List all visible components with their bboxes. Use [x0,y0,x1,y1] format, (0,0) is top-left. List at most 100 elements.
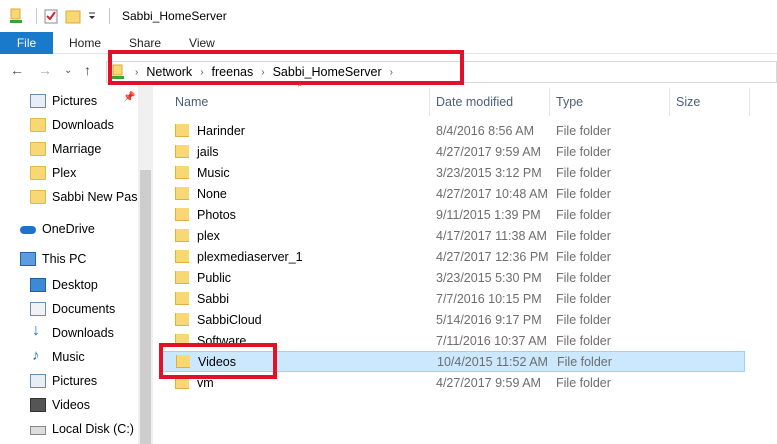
disk-icon [30,426,46,435]
file-name: plexmediaserver_1 [197,249,303,264]
column-header-name[interactable]: Name [167,90,208,114]
pin-icon[interactable]: 📌 [123,92,135,103]
table-row[interactable]: plex 4/17/2017 11:38 AM File folder [161,225,745,246]
column-divider[interactable] [749,88,750,116]
file-name-cell: SabbiCloud [175,313,425,327]
file-type: File folder [556,165,611,180]
file-date: 4/27/2017 12:36 PM [436,249,549,264]
file-type: File folder [556,228,611,243]
column-header-size[interactable]: Size [668,90,700,114]
column-header-date-modified[interactable]: Date modified [428,90,513,114]
tab-home[interactable]: Home [55,32,115,54]
customize-dropdown-icon[interactable] [87,8,97,24]
folder-icon [175,250,189,263]
toolbar-separator [109,8,110,24]
file-date: 9/11/2015 1:39 PM [436,207,541,222]
file-name: plex [197,228,220,243]
folder-icon [175,313,189,326]
folder-icon [175,229,189,242]
file-list: ⌃ Name Date modified Type Size Harinder 8… [153,83,777,444]
table-row[interactable]: jails 4/27/2017 9:59 AM File folder [161,141,745,162]
folder-icon [175,124,189,137]
documents-icon [30,302,46,316]
file-name-cell: Public [175,271,425,285]
back-arrow-icon[interactable]: ← [10,62,24,78]
folder-icon [175,292,189,305]
table-row[interactable]: Public 3/23/2015 5:30 PM File folder [161,267,745,288]
file-date: 4/27/2017 10:48 AM [436,186,548,201]
forward-arrow-icon[interactable]: → [38,62,52,78]
sort-ascending-icon: ⌃ [296,83,304,93]
file-type: File folder [556,333,611,348]
file-date: 4/27/2017 9:59 AM [436,375,541,390]
tab-file[interactable]: File [0,32,53,54]
file-name: Photos [197,207,236,222]
file-type: File folder [556,291,611,306]
sidebar-scrollbar-thumb[interactable] [140,170,151,444]
file-type: File folder [556,270,611,285]
column-header-type[interactable]: Type [548,90,583,114]
videos-icon [30,398,46,412]
new-folder-icon[interactable] [65,8,81,24]
file-name: None [197,186,227,201]
folder-icon [30,142,46,156]
file-name-cell: None [175,187,425,201]
music-icon [30,347,46,364]
up-arrow-icon[interactable]: ↑ [84,62,91,78]
file-date: 3/23/2015 3:12 PM [436,165,542,180]
file-date: 4/17/2017 11:38 AM [436,228,547,243]
table-row[interactable]: SabbiCloud 5/14/2016 9:17 PM File folder [161,309,745,330]
file-type: File folder [556,312,611,327]
window-title: Sabbi_HomeServer [122,9,227,23]
highlight-box-address [108,50,464,85]
table-row[interactable]: Harinder 8/4/2016 8:56 AM File folder [161,120,745,141]
pictures-icon [30,374,46,388]
file-name-cell: Sabbi [175,292,425,306]
navigation-pane: Pictures 📌 Downloads Marriage Plex Sabbi… [0,86,153,444]
title-bar: Sabbi_HomeServer [0,0,777,32]
properties-icon[interactable] [43,8,59,24]
table-row[interactable]: None 4/27/2017 10:48 AM File folder [161,183,745,204]
table-row[interactable]: plexmediaserver_1 4/27/2017 12:36 PM File … [161,246,745,267]
onedrive-icon [20,222,36,236]
desktop-icon [30,278,46,292]
file-name: Music [197,165,230,180]
file-name-cell: jails [175,145,425,159]
folder-icon [175,145,189,158]
folder-icon [175,271,189,284]
file-type: File folder [557,354,612,369]
table-row[interactable]: Music 3/23/2015 3:12 PM File folder [161,162,745,183]
file-name: Public [197,270,232,285]
folder-icon [175,208,189,221]
file-date: 7/7/2016 10:15 PM [436,291,542,306]
sidebar-item-sabbi-new-passport[interactable]: Sabbi New Passp [30,186,138,208]
file-date: 7/11/2016 10:37 AM [436,333,547,348]
file-date: 8/4/2016 8:56 AM [436,123,534,138]
file-type: File folder [556,144,611,159]
file-date: 3/23/2015 5:30 PM [436,270,542,285]
folder-icon [175,166,189,179]
highlight-box-videos [159,343,277,379]
file-name: Sabbi [197,291,229,306]
file-date: 10/4/2015 11:52 AM [437,354,548,369]
pictures-icon [30,94,46,108]
folder-icon [30,118,46,132]
file-name: jails [197,144,219,159]
table-row[interactable]: Photos 9/11/2015 1:39 PM File folder [161,204,745,225]
file-type: File folder [556,249,611,264]
file-name: Harinder [197,123,245,138]
table-row[interactable]: Sabbi 7/7/2016 10:15 PM File folder [161,288,745,309]
folder-icon [30,190,46,204]
file-type: File folder [556,123,611,138]
recent-locations-chevron-icon[interactable]: ⌄ [64,65,72,76]
network-drive-icon [8,8,24,24]
file-name: SabbiCloud [197,312,262,327]
file-date: 5/14/2016 9:17 PM [436,312,542,327]
file-type: File folder [556,375,611,390]
downloads-icon [30,322,46,340]
file-date: 4/27/2017 9:59 AM [436,144,541,159]
file-type: File folder [556,186,611,201]
sidebar-item-local-disk[interactable]: Local Disk (C:) [30,418,138,440]
toolbar-separator [36,8,37,24]
file-type: File folder [556,207,611,222]
